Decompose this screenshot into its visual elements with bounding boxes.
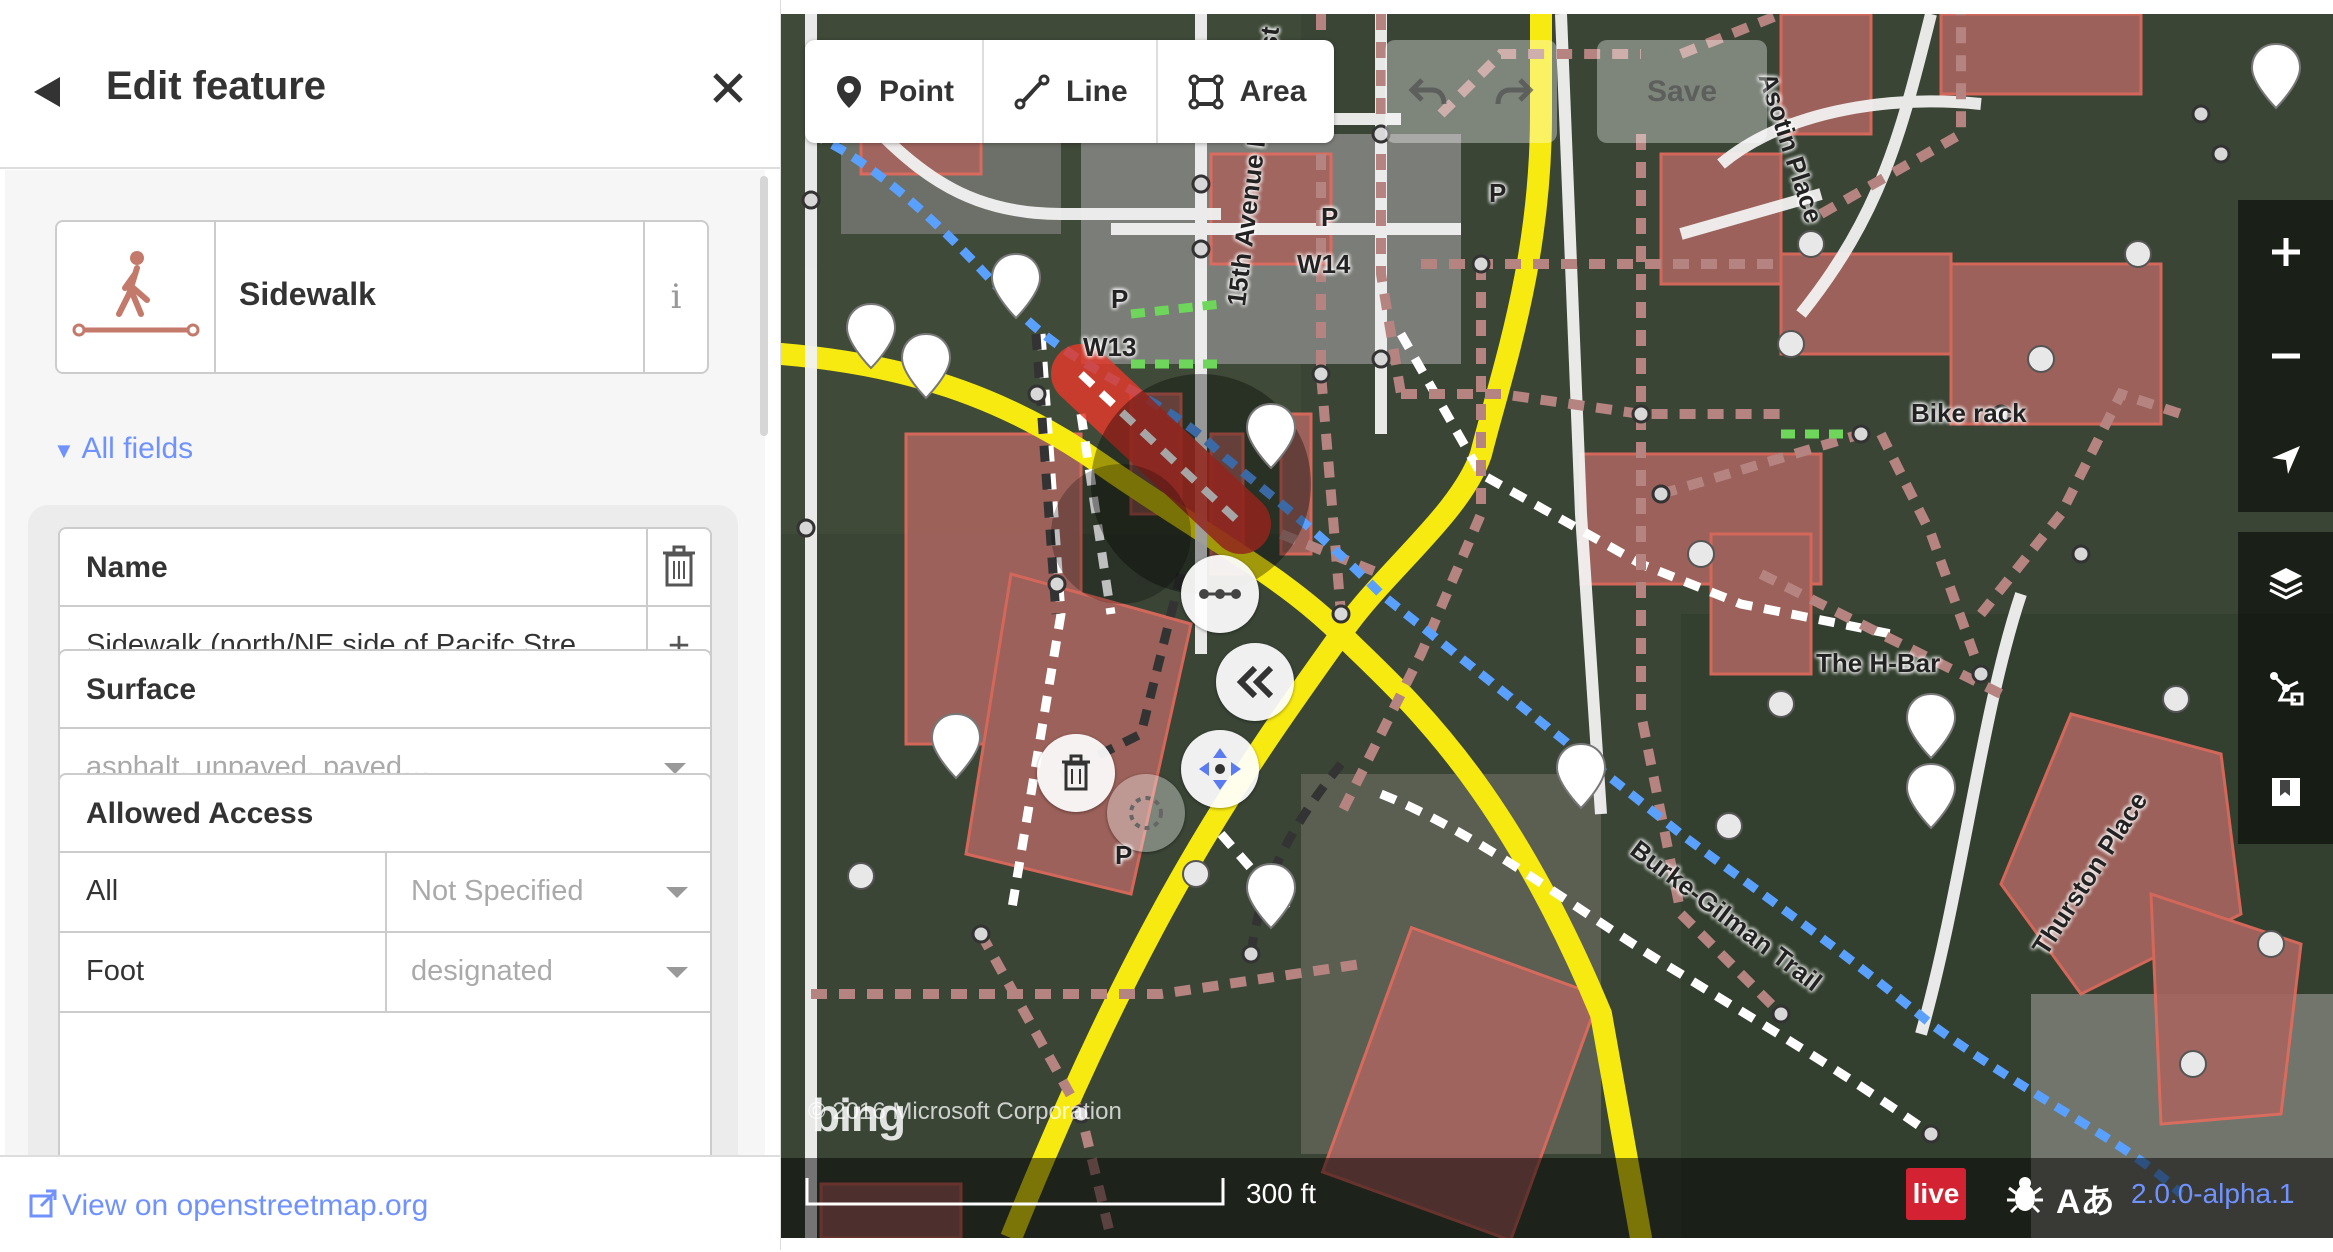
move-button[interactable]	[1181, 730, 1259, 808]
all-fields-toggle[interactable]: ▼ All fields	[53, 432, 193, 466]
issues-button[interactable]	[2238, 740, 2333, 844]
view-on-osm-link[interactable]: View on openstreetmap.org	[62, 1189, 428, 1223]
area-icon	[1188, 74, 1224, 109]
undo-icon	[1408, 77, 1447, 104]
close-icon	[713, 73, 743, 103]
triangle-left-icon	[34, 77, 60, 107]
name-field-label: Name	[86, 551, 168, 584]
access-value-select[interactable]: designated	[385, 933, 712, 1011]
undo-button[interactable]	[1385, 40, 1471, 143]
bookmark-icon	[2271, 778, 2300, 806]
parking-label: W14	[1297, 249, 1351, 279]
map-data-button[interactable]	[2238, 636, 2333, 740]
map-imagery	[781, 14, 2333, 1238]
chevron-down-icon	[666, 887, 688, 898]
geolocate-button[interactable]	[2238, 408, 2333, 512]
add-line-label: Line	[1066, 74, 1128, 108]
add-point-label: Point	[879, 74, 954, 108]
trash-icon	[663, 545, 695, 587]
scale-bar	[805, 1178, 1225, 1206]
redo-icon	[1495, 77, 1534, 104]
double-chevron-left-icon	[1236, 665, 1274, 699]
trash-icon	[1062, 754, 1090, 791]
back-button[interactable]	[32, 68, 72, 116]
add-line-button[interactable]: Line	[984, 40, 1158, 143]
access-value: designated	[411, 955, 553, 987]
triangle-down-icon: ▼	[53, 438, 75, 463]
sidebar-scrollbar[interactable]	[760, 176, 768, 436]
delete-name-button[interactable]	[646, 529, 710, 605]
ellipsis-icon	[1199, 589, 1241, 599]
circularize-button[interactable]	[1107, 774, 1185, 852]
parking-label: P	[1489, 178, 1507, 208]
map-controls	[2238, 200, 2333, 844]
parking-label: P	[1321, 202, 1339, 232]
plus-icon	[2271, 238, 2300, 266]
imagery-attribution: © 2016 Microsoft Corporation	[808, 1098, 1122, 1125]
access-value: Not Specified	[411, 875, 584, 907]
fields-panel: Name Sidewalk (north/NE side of Pacifc S…	[28, 505, 738, 1155]
external-link-icon	[29, 1189, 57, 1218]
zoom-in-button[interactable]	[2238, 200, 2333, 304]
preset-name: Sidewalk	[239, 276, 376, 312]
straighten-button[interactable]	[1216, 643, 1294, 721]
redo-button[interactable]	[1471, 40, 1557, 143]
move-arrows-icon	[1199, 748, 1241, 790]
pedestrian-sidewalk-icon	[72, 251, 200, 337]
access-row-foot: Foot designated	[60, 931, 710, 1011]
map-footer: 300 ft live Aあ 2.0.0-alpha.1	[781, 1158, 2333, 1238]
panel-title: Edit feature	[106, 64, 327, 108]
add-area-label: Area	[1239, 74, 1307, 108]
access-field-label: Allowed Access	[86, 797, 314, 830]
map-canvas[interactable]: 15th Avenue Northeast Asotin Place Thurs…	[781, 14, 2333, 1238]
all-fields-label: All fields	[81, 432, 194, 465]
surface-field-label: Surface	[86, 673, 197, 706]
poi-label: The H-Bar	[1816, 648, 1941, 678]
close-button[interactable]	[708, 64, 748, 112]
circle-dots-icon	[1129, 796, 1163, 830]
bug-icon[interactable]	[2003, 1172, 2047, 1216]
access-field: Allowed Access All Not Specified Foot de…	[58, 773, 712, 1155]
data-nodes-icon	[2269, 672, 2303, 706]
continue-button[interactable]	[1181, 555, 1259, 633]
add-area-button[interactable]: Area	[1158, 40, 1335, 143]
preset-info-button[interactable]: i	[643, 222, 707, 372]
background-layers-button[interactable]	[2238, 532, 2333, 636]
preset-icon	[57, 222, 216, 372]
save-button[interactable]: Save	[1597, 40, 1767, 143]
delete-button[interactable]	[1037, 734, 1115, 812]
language-icon[interactable]: Aあ	[2056, 1174, 2115, 1223]
location-arrow-icon	[2271, 446, 2300, 474]
zoom-out-button[interactable]	[2238, 304, 2333, 408]
version-label[interactable]: 2.0.0-alpha.1	[2131, 1178, 2294, 1210]
access-row-all: All Not Specified	[60, 851, 710, 931]
sidebar-header: Edit feature	[0, 0, 780, 169]
draw-toolbar: Point Line Area	[805, 40, 1335, 143]
parking-label: W13	[1083, 332, 1137, 362]
map-pin-icon	[837, 75, 861, 108]
poi-label: Bike rack	[1911, 398, 2027, 428]
access-value-select[interactable]: Not Specified	[385, 853, 712, 931]
undo-redo-group	[1385, 40, 1557, 143]
sidebar-body: Sidewalk i ▼ All fields Name Sidewalk (n…	[5, 170, 765, 1155]
access-row-more	[60, 1011, 710, 1091]
chevron-down-icon	[666, 967, 688, 978]
access-key: All	[86, 875, 119, 907]
live-badge: live	[1906, 1168, 1966, 1220]
add-point-button[interactable]: Point	[805, 40, 984, 143]
parking-label: P	[1111, 284, 1129, 314]
preset-selector[interactable]: Sidewalk i	[55, 220, 709, 374]
minus-icon	[2271, 353, 2300, 359]
layers-icon	[2268, 568, 2303, 600]
inspector-sidebar: Edit feature Sidewalk i ▼ All fields Nam…	[0, 0, 781, 1252]
line-icon	[1014, 74, 1050, 109]
scale-label: 300 ft	[1246, 1178, 1317, 1209]
access-key: Foot	[86, 955, 145, 987]
sidebar-footer: View on openstreetmap.org	[0, 1155, 780, 1252]
